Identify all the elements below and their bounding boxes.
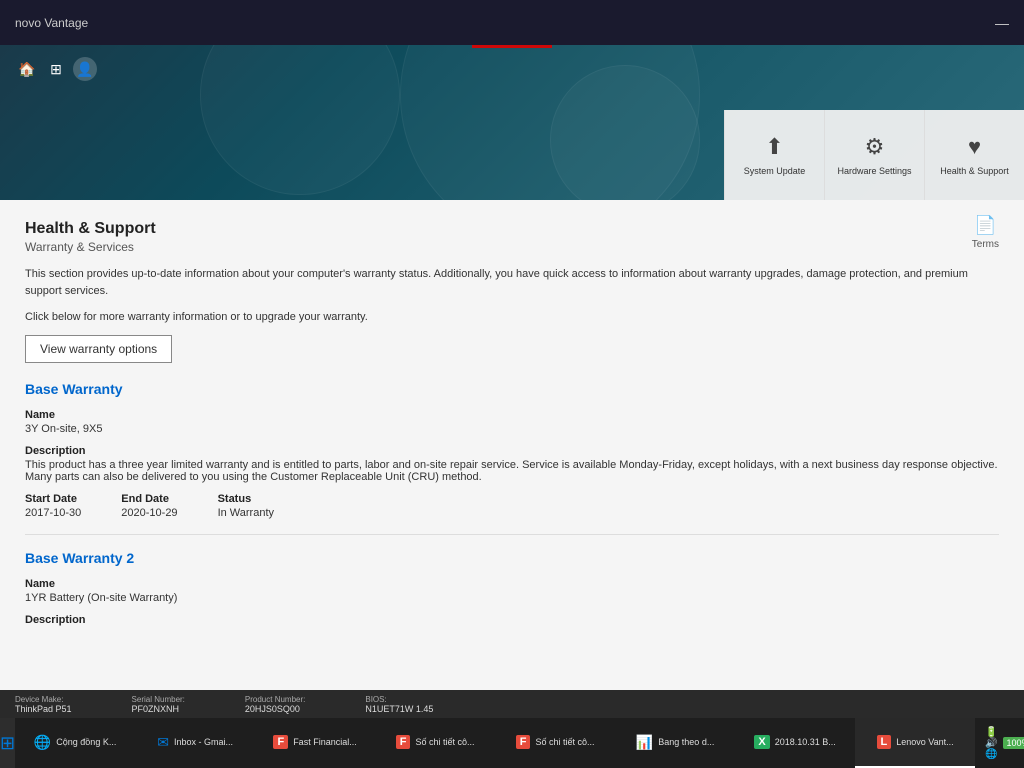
serial-number-info: Serial Number: PF0ZNXNH [132, 695, 185, 714]
device-make-label: Device Make: [15, 695, 72, 704]
warranty1-description-value: This product has a three year limited wa… [25, 459, 999, 483]
start-button[interactable]: ⊞ [0, 718, 15, 768]
section-divider [25, 534, 999, 535]
hardware-settings-label: Hardware Settings [837, 166, 911, 177]
warranty2-name-group: Name 1YR Battery (On-site Warranty) [25, 578, 999, 604]
taskbar-app-0[interactable]: 🌐 Cộng đồng K... [15, 718, 135, 768]
bios-info: BIOS: N1UET71W 1.45 [365, 695, 433, 714]
warranty2-name-value: 1YR Battery (On-site Warranty) [25, 592, 999, 604]
warranty2-title: Base Warranty 2 [25, 550, 999, 566]
system-update-icon: ⬆ [765, 134, 783, 160]
taskbar-app-2[interactable]: F Fast Financial... [255, 718, 375, 768]
red-accent-line [472, 45, 552, 48]
app-icon-6: X [754, 735, 769, 749]
app-icon-0: 🌐 [34, 734, 51, 751]
app-icon-1: ✉ [157, 734, 169, 751]
app-name-6: 2018.10.31 B... [775, 737, 836, 747]
product-value: 20HJS0SQ00 [245, 704, 305, 714]
health-support-tile[interactable]: ♥ Health & Support [924, 110, 1024, 200]
system-update-tile[interactable]: ⬆ System Update [724, 110, 824, 200]
taskbar-app-1[interactable]: ✉ Inbox - Gmai... [135, 718, 255, 768]
taskbar-app-6[interactable]: X 2018.10.31 B... [735, 718, 855, 768]
product-number-info: Product Number: 20HJS0SQ00 [245, 695, 305, 714]
app-name-4: Số chi tiết cô... [535, 737, 594, 747]
app-icon-4: F [516, 735, 531, 749]
device-make-value: ThinkPad P51 [15, 704, 72, 714]
description-text: This section provides up-to-date informa… [25, 266, 999, 299]
app-name-3: Số chi tiết cô... [415, 737, 474, 747]
battery-indicator: 100% [1003, 737, 1024, 749]
serial-value: PF0ZNXNH [132, 704, 185, 714]
view-warranty-button[interactable]: View warranty options [25, 335, 172, 363]
taskbar-app-5[interactable]: 📊 Bang theo d... [615, 718, 735, 768]
app-name-5: Bang theo d... [658, 737, 714, 747]
bios-label: BIOS: [365, 695, 433, 704]
app-name-0: Cộng đồng K... [56, 737, 116, 747]
app-icon-7: L [877, 735, 892, 749]
app-name-7: Lenovo Vant... [896, 737, 953, 747]
device-make-info: Device Make: ThinkPad P51 [15, 695, 72, 714]
warranty1-name-label: Name [25, 409, 999, 421]
status-value: In Warranty [218, 507, 274, 519]
app-icon-3: F [396, 735, 411, 749]
health-support-label: Health & Support [940, 166, 1009, 177]
section-title: Health & Support [25, 220, 156, 238]
warranty1-dates-row: Start Date 2017-10-30 End Date 2020-10-2… [25, 493, 999, 519]
hero-banner: 🏠 ⊞ 👤 ⬆ System Update ⚙ Hardware Setting… [0, 45, 1024, 200]
terms-label: Terms [972, 239, 999, 250]
app-name-2: Fast Financial... [293, 737, 357, 747]
app-icon-5: 📊 [636, 734, 653, 751]
system-info-bar: Device Make: ThinkPad P51 Serial Number:… [0, 690, 1024, 718]
quick-tiles-container: ⬆ System Update ⚙ Hardware Settings ♥ He… [724, 110, 1024, 200]
window-controls[interactable]: — [995, 15, 1009, 31]
app-name-1: Inbox - Gmai... [174, 737, 233, 747]
warranty1-name-group: Name 3Y On-site, 9X5 [25, 409, 999, 435]
main-content: Health & Support Warranty & Services 📄 T… [0, 200, 1024, 718]
hardware-settings-icon: ⚙ [865, 134, 885, 160]
warranty2-description-group: Description [25, 614, 999, 626]
end-date-value: 2020-10-29 [121, 507, 177, 519]
taskbar-app-3[interactable]: F Số chi tiết cô... [375, 718, 495, 768]
warranty1-status: Status In Warranty [218, 493, 274, 519]
app-header: novo Vantage — [0, 0, 1024, 45]
start-date-value: 2017-10-30 [25, 507, 81, 519]
warranty1-description-label: Description [25, 445, 999, 457]
user-icon[interactable]: 👤 [73, 57, 97, 81]
taskbar-apps: 🌐 Cộng đồng K... ✉ Inbox - Gmai... F Fas… [15, 718, 975, 768]
terms-button[interactable]: 📄 Terms [972, 215, 999, 250]
warranty1-name-value: 3Y On-site, 9X5 [25, 423, 999, 435]
health-support-icon: ♥ [968, 134, 981, 160]
taskbar-app-7[interactable]: L Lenovo Vant... [855, 718, 975, 768]
taskbar: ⊞ 🌐 Cộng đồng K... ✉ Inbox - Gmai... F F… [0, 718, 1024, 768]
hero-nav-icons: 🏠 ⊞ 👤 [15, 57, 97, 81]
product-label: Product Number: [245, 695, 305, 704]
taskbar-icons: 🔋🔊🌐 [985, 727, 997, 760]
warranty1-start-date: Start Date 2017-10-30 [25, 493, 81, 519]
app-icon-2: F [273, 735, 288, 749]
warranty1-description-group: Description This product has a three yea… [25, 445, 999, 483]
status-label: Status [218, 493, 274, 505]
hardware-settings-tile[interactable]: ⚙ Hardware Settings [824, 110, 924, 200]
start-icon: ⊞ [0, 733, 15, 754]
app-title: novo Vantage [15, 16, 88, 30]
terms-icon: 📄 [974, 215, 996, 236]
warranty2-description-label: Description [25, 614, 999, 626]
start-date-label: Start Date [25, 493, 81, 505]
section-subtitle: Warranty & Services [25, 240, 156, 254]
click-info-text: Click below for more warranty informatio… [25, 311, 999, 323]
home-icon[interactable]: 🏠 [15, 57, 39, 81]
warranty1-title: Base Warranty [25, 381, 999, 397]
warranty2-name-label: Name [25, 578, 999, 590]
warranty1-end-date: End Date 2020-10-29 [121, 493, 177, 519]
end-date-label: End Date [121, 493, 177, 505]
taskbar-app-4[interactable]: F Số chi tiết cô... [495, 718, 615, 768]
grid-icon[interactable]: ⊞ [44, 57, 68, 81]
taskbar-right: 🔋🔊🌐 100% ENG 11:22 05/11/ [975, 718, 1024, 768]
system-update-label: System Update [744, 166, 806, 177]
serial-label: Serial Number: [132, 695, 185, 704]
bios-value: N1UET71W 1.45 [365, 704, 433, 714]
